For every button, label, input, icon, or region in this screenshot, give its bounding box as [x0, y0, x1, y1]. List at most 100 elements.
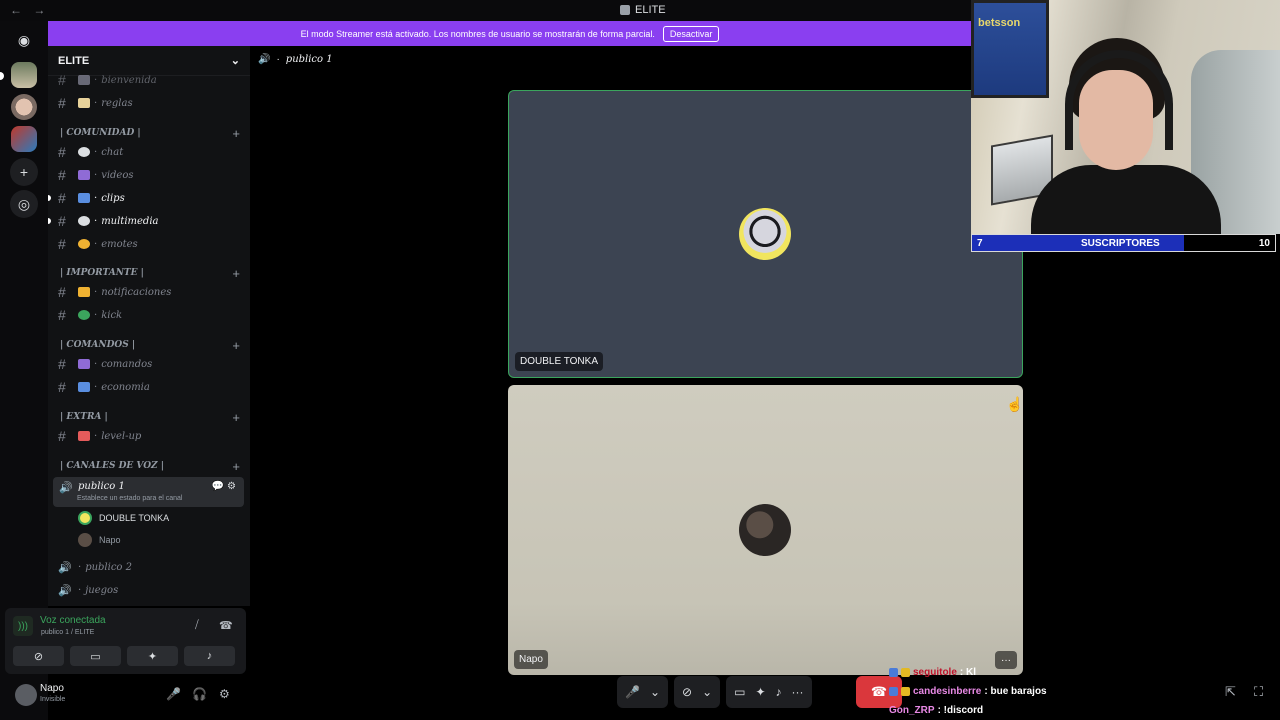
participant-name: Napo [514, 650, 548, 669]
user-status: Invisible [40, 696, 66, 703]
avatar [78, 533, 92, 547]
channel-clips[interactable]: # · clips [58, 188, 125, 208]
more-icon[interactable]: ··· [792, 685, 804, 699]
channel-reglas[interactable]: # · reglas [58, 93, 133, 113]
category-comandos[interactable]: | COMANDOS | + [60, 337, 240, 353]
voice-channel-label: publico 1 [78, 481, 125, 492]
call-header: 🔊 · publico 1 [258, 54, 333, 65]
extra-controls-group[interactable]: ▭ ✦ ♪ ··· [726, 676, 812, 708]
add-channel-icon[interactable]: + [232, 410, 240, 425]
disconnect-icon[interactable]: ☎ [219, 619, 233, 632]
badge-icon [889, 686, 898, 696]
unread-indicator [48, 218, 51, 224]
server-icon-2[interactable] [11, 94, 37, 120]
speaker-icon: 🔊 [59, 482, 73, 494]
soundboard-icon[interactable]: ♪ [776, 685, 782, 699]
channel-videos[interactable]: # · videos [58, 165, 134, 185]
voice-connected-label[interactable]: Voz conectada [40, 615, 106, 626]
voice-member[interactable]: DOUBLE TONKA [78, 509, 169, 527]
headphones-icon[interactable]: 🎧 [192, 687, 207, 701]
chevron-down-icon[interactable]: ⌄ [702, 685, 712, 699]
chevron-down-icon[interactable]: ⌄ [650, 685, 660, 699]
chat-user: candesinberre [913, 685, 982, 697]
category-comunidad[interactable]: | COMUNIDAD | + [60, 125, 240, 141]
channel-level-up[interactable]: # · level-up [58, 426, 141, 446]
channel-bienvenida[interactable]: # · bienvenida [58, 70, 157, 90]
forward-arrow-icon[interactable]: → [33, 3, 45, 17]
popout-icon[interactable]: ⇱ [1225, 684, 1236, 700]
hash-icon: # [58, 144, 66, 160]
microphone-icon[interactable]: 🎤 [166, 687, 181, 701]
screen-share-button[interactable]: ▭ [70, 646, 121, 666]
banner-message: El modo Streamer está activado. Los nomb… [300, 28, 655, 39]
add-server-icon[interactable]: + [10, 158, 38, 186]
participant-tile[interactable]: Napo ··· [508, 385, 1023, 675]
activities-icon[interactable]: ✦ [755, 685, 765, 699]
channel-status-text[interactable]: Establece un estado para el canal [77, 495, 182, 502]
channel-label: level-up [101, 430, 142, 442]
noise-suppression-icon[interactable]: ⧸ [195, 619, 199, 632]
voice-channel-publico-2[interactable]: 🔊 · publico 2 [58, 557, 132, 577]
channel-label: videos [101, 169, 134, 181]
back-arrow-icon[interactable]: ← [10, 3, 22, 17]
channel-label: comandos [101, 358, 153, 370]
window-title-text: ELITE [635, 4, 666, 16]
webcam-overlay: betsson [971, 0, 1280, 234]
channel-chat[interactable]: # · chat [58, 142, 123, 162]
channel-emotes[interactable]: # · emotes [58, 234, 138, 254]
server-icon-elite[interactable] [11, 62, 37, 88]
soundboard-button[interactable]: ♪ [184, 646, 235, 666]
camera-off-button[interactable]: ⊘ [13, 646, 64, 666]
camera-control-group[interactable]: ⊘ ⌄ [674, 676, 721, 708]
voice-channel-juegos[interactable]: 🔊 · juegos [58, 580, 118, 600]
unread-indicator [48, 195, 51, 201]
voice-channel-publico-1[interactable]: 🔊 publico 1 Establece un estado para el … [53, 477, 244, 507]
member-name: DOUBLE TONKA [99, 513, 170, 523]
chat-line: candesinberre : bue barajos [889, 682, 1047, 700]
speaker-icon: 🔊 [58, 561, 72, 574]
more-options-button[interactable]: ··· [995, 651, 1017, 669]
mic-control-group[interactable]: 🎤 ⌄ [617, 676, 669, 708]
deactivate-button[interactable]: Desactivar [662, 25, 720, 42]
voice-location[interactable]: publico 1 / ELITE [41, 629, 94, 636]
channel-kick[interactable]: # · kick [58, 305, 122, 325]
avatar[interactable] [15, 684, 37, 706]
channel-action-icons[interactable]: 💬⚙ [212, 481, 239, 492]
screen-share-icon[interactable]: ▭ [734, 685, 745, 699]
fullscreen-icon[interactable]: ⛶ [1254, 684, 1263, 700]
microphone-icon[interactable]: 🎤 [625, 685, 640, 699]
subscriber-label: SUSCRIPTORES [1081, 237, 1160, 249]
activities-button[interactable]: ✦ [127, 646, 178, 666]
channel-notificaciones[interactable]: # · notificaciones [58, 282, 171, 302]
participant-tile[interactable]: DOUBLE TONKA [508, 90, 1023, 378]
add-channel-icon[interactable]: + [232, 459, 240, 474]
channel-economia[interactable]: # · economia [58, 377, 150, 397]
channel-label: emotes [101, 238, 138, 250]
server-icon-3[interactable] [11, 126, 37, 152]
settings-gear-icon[interactable]: ⚙ [219, 687, 230, 701]
channel-comandos[interactable]: # · comandos [58, 354, 152, 374]
channel-multimedia[interactable]: # · multimedia [58, 211, 159, 231]
window-title: ELITE [620, 4, 666, 16]
discord-home-icon[interactable]: ◉ [10, 26, 38, 54]
signal-icon[interactable]: ))) [13, 616, 33, 636]
add-channel-icon[interactable]: + [232, 126, 240, 141]
channel-label: publico 2 [85, 561, 132, 573]
rocket-icon [78, 431, 90, 441]
chart-icon [78, 382, 90, 392]
chevron-down-icon[interactable]: ⌄ [231, 54, 240, 67]
category-extra[interactable]: | EXTRA | + [60, 409, 240, 425]
voice-member[interactable]: Napo [78, 531, 121, 549]
user-panel: Napo Invisible 🎤 🎧 ⚙ [5, 676, 246, 716]
channel-label: economia [101, 381, 150, 393]
badge-icon [901, 686, 910, 696]
category-canales-de-voz[interactable]: | CANALES DE VOZ | + [60, 458, 240, 474]
category-importante[interactable]: | IMPORTANTE | + [60, 265, 240, 281]
add-channel-icon[interactable]: + [232, 266, 240, 281]
username[interactable]: Napo [40, 683, 64, 694]
hash-icon: # [58, 307, 66, 323]
wall-poster: betsson [971, 0, 1049, 98]
camera-off-icon[interactable]: ⊘ [682, 685, 692, 699]
add-channel-icon[interactable]: + [232, 338, 240, 353]
explore-icon[interactable]: ◎ [10, 190, 38, 218]
